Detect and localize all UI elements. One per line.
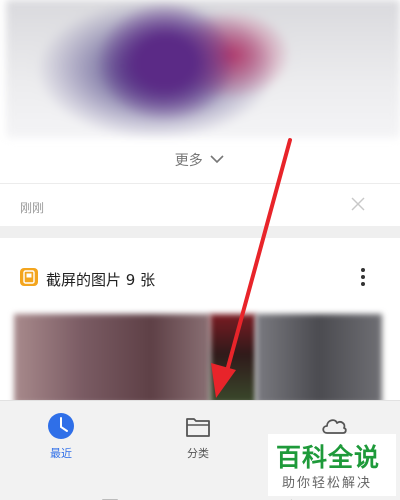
home-icon[interactable] xyxy=(188,492,208,500)
clock-icon xyxy=(48,413,74,439)
nav-tab-recent[interactable]: 最近 xyxy=(21,411,101,471)
recent-apps-icon[interactable] xyxy=(100,492,120,500)
folder-icon xyxy=(186,418,210,437)
watermark-subtitle: 助你轻松解决 xyxy=(282,476,373,491)
blurred-image-preview[interactable] xyxy=(6,0,400,138)
divider xyxy=(0,183,400,184)
chevron-down-icon xyxy=(209,153,225,169)
watermark-title: 百科全说 xyxy=(276,443,381,472)
nav-tab-label: 分类 xyxy=(187,447,209,460)
more-label: 更多 xyxy=(174,153,203,169)
timestamp-label: 刚刚 xyxy=(20,201,45,215)
more-options-icon[interactable] xyxy=(357,268,369,288)
nav-tab-category[interactable]: 分类 xyxy=(158,411,238,471)
thumbnail-2[interactable] xyxy=(210,314,256,404)
thumbnail-1[interactable] xyxy=(14,314,210,404)
album-title: 截屏的图片 9 张 xyxy=(46,271,156,289)
watermark-logo: 百科全说 助你轻松解决 xyxy=(268,434,396,496)
more-button[interactable]: 更多 xyxy=(0,150,400,170)
nav-tab-label: 最近 xyxy=(50,447,72,460)
close-icon[interactable] xyxy=(350,196,366,212)
thumbnail-3[interactable] xyxy=(256,314,382,404)
screenshot-album-icon xyxy=(20,268,38,286)
recent-card-top: 更多 刚刚 xyxy=(0,0,400,226)
